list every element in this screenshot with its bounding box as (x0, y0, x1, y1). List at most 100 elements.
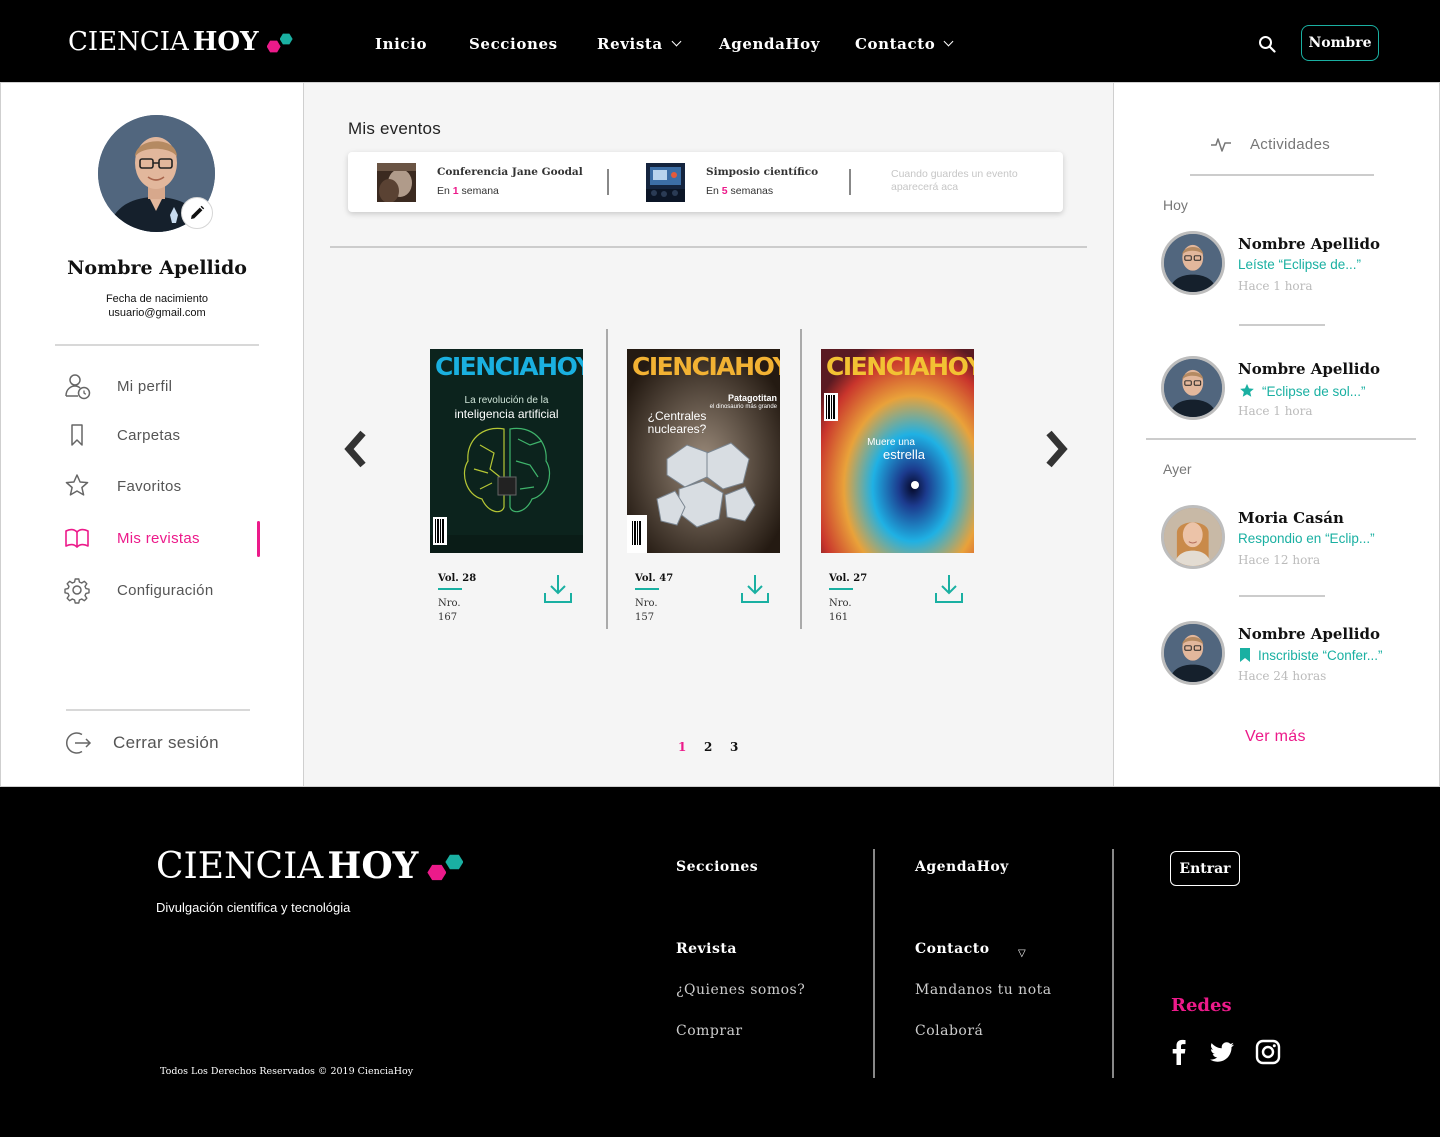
activity-tab[interactable]: Actividades (1210, 135, 1330, 153)
event-title[interactable]: Simposio científico (706, 166, 818, 178)
activity-description[interactable]: “Eclipse de sol...” (1238, 382, 1366, 400)
profile-email: usuario@gmail.com (108, 307, 206, 319)
magazine-number-label: Nro. (829, 598, 852, 609)
magazine-volume: Vol. 47 (635, 573, 674, 584)
activity-item[interactable]: Moria Casán Respondio en “Eclip...” Hace… (1161, 505, 1421, 575)
magazine-logo: CIENCIAHOY (632, 352, 780, 381)
login-button[interactable]: Entrar (1170, 851, 1240, 886)
footer-logo[interactable]: CIENCIA HOY (156, 845, 468, 887)
logout-button[interactable]: Cerrar sesión (65, 729, 219, 757)
menu-item-carpetas[interactable]: Carpetas (63, 420, 273, 450)
activity-description[interactable]: Respondio en “Eclip...” (1238, 531, 1375, 546)
magazine-cover[interactable]: CIENCIAHOY Muere una estrella (821, 349, 974, 553)
menu-item-configuracion[interactable]: Configuración (63, 575, 273, 605)
avatar (1161, 356, 1225, 420)
carousel-prev-button[interactable] (341, 429, 369, 469)
instagram-icon[interactable] (1255, 1039, 1281, 1065)
nav-secciones[interactable]: Secciones (469, 35, 558, 53)
nav-revista[interactable]: Revista (597, 35, 682, 53)
carousel-next-button[interactable] (1043, 429, 1071, 469)
logo-hexagons-icon (426, 849, 468, 883)
menu-item-mi-perfil[interactable]: Mi perfil (63, 371, 273, 401)
nav-contacto[interactable]: Contacto (855, 35, 954, 53)
divider (1239, 324, 1325, 326)
events-card: Conferencia Jane Goodal En 1 semana Simp… (348, 152, 1063, 212)
download-icon[interactable] (934, 573, 964, 605)
activity-user-name: Nombre Apellido (1238, 235, 1381, 253)
user-menu-button[interactable]: Nombre (1301, 25, 1379, 61)
footer-link-revista[interactable]: Revista (676, 941, 737, 957)
menu-item-favoritos[interactable]: Favoritos (63, 471, 273, 501)
barcode (630, 519, 644, 547)
day-label: Ayer (1163, 461, 1192, 477)
activity-item[interactable]: Nombre Apellido Leíste “Eclipse de...” H… (1161, 231, 1421, 301)
edit-avatar-button[interactable] (181, 197, 213, 229)
download-icon[interactable] (543, 573, 573, 605)
underline (829, 588, 853, 590)
nav-label: AgendaHoy (719, 35, 821, 53)
logout-label: Cerrar sesión (113, 733, 219, 752)
divider (873, 849, 875, 1078)
magazine-logo-word: CIENCIA (632, 352, 736, 381)
magazine-logo: CIENCIAHOY (826, 352, 974, 381)
footer-link-contacto[interactable]: Contacto (915, 941, 990, 957)
chevron-down-icon[interactable]: ▽ (1018, 948, 1026, 959)
event-title[interactable]: Conferencia Jane Goodal (437, 166, 583, 178)
tab-underline (1190, 174, 1374, 176)
profile-sidebar: Nombre Apellido Fecha de nacimiento usua… (0, 82, 304, 787)
nav-label: Contacto (855, 35, 936, 53)
download-icon[interactable] (740, 573, 770, 605)
nav-agendahoy[interactable]: AgendaHoy (719, 35, 820, 53)
footer-link-agendahoy[interactable]: AgendaHoy (915, 859, 1009, 875)
menu-item-label: Mi perfil (117, 377, 173, 395)
magazine-number: Nro. 167 (438, 597, 461, 625)
magazine-number: Nro. 157 (635, 597, 658, 625)
barcode (433, 517, 447, 545)
profile-birthdate: Fecha de nacimiento (105, 293, 209, 305)
avatar (1161, 621, 1225, 685)
event-when-count: 5 (721, 185, 728, 197)
event-thumbnail[interactable] (377, 163, 416, 202)
menu-item-label: Favoritos (117, 477, 182, 495)
magazine-cover[interactable]: CIENCIAHOY Patagotitan el dinosaurio más… (627, 349, 780, 553)
magazine-card: CIENCIAHOY Patagotitan el dinosaurio más… (627, 349, 782, 623)
magazine-number-value: 161 (829, 612, 849, 623)
footer-link-comprar[interactable]: Comprar (676, 1023, 743, 1039)
divider (1239, 595, 1325, 597)
brand-logo[interactable]: CIENCIA HOY (68, 26, 295, 58)
logo-word-ciencia: CIENCIA (156, 845, 324, 887)
magazine-card: CIENCIAHOY La revolución de la inteligen… (430, 349, 585, 623)
activity-description[interactable]: Leíste “Eclipse de...” (1238, 257, 1361, 272)
star-icon (63, 472, 91, 500)
footer-link-colabora[interactable]: Colaborá (915, 1023, 983, 1039)
main-content: Mis eventos Conferencia Jane Goodal En 1… (304, 82, 1113, 787)
pagination-page-3[interactable]: 3 (730, 740, 738, 754)
events-title: Mis eventos (348, 119, 441, 138)
pagination-page-1[interactable]: 1 (678, 740, 686, 754)
twitter-icon[interactable] (1209, 1039, 1235, 1065)
day-label: Hoy (1163, 197, 1188, 213)
footer-tagline: Divulgación cientifica y tecnológia (156, 900, 351, 915)
bookmark-icon (1240, 648, 1250, 662)
event-thumbnail[interactable] (646, 163, 685, 202)
activity-item[interactable]: Nombre Apellido Inscribiste “Confer...” … (1161, 621, 1421, 691)
magazine-logo: CIENCIAHOY (435, 352, 583, 381)
event-when-unit: semana (461, 185, 499, 197)
nav-inicio[interactable]: Inicio (375, 35, 427, 53)
footer-link-secciones[interactable]: Secciones (676, 859, 758, 875)
see-more-link[interactable]: Ver más (1245, 728, 1306, 746)
pencil-icon (191, 205, 205, 219)
footer-link-mandanos-nota[interactable]: Mandanos tu nota (915, 982, 1052, 998)
activity-user-name: Moria Casán (1238, 509, 1344, 527)
magazine-cover[interactable]: CIENCIAHOY La revolución de la inteligen… (430, 349, 583, 553)
activity-time: Hace 1 hora (1238, 279, 1313, 293)
footer-link-quienes-somos[interactable]: ¿Quienes somos? (676, 982, 805, 998)
menu-item-mis-revistas[interactable]: Mis revistas (63, 523, 273, 553)
divider (606, 329, 608, 629)
activity-item[interactable]: Nombre Apellido “Eclipse de sol...” Hace… (1161, 356, 1421, 426)
pagination-page-2[interactable]: 2 (704, 740, 712, 754)
facebook-icon[interactable] (1166, 1039, 1192, 1065)
activity-time: Hace 12 hora (1238, 553, 1321, 567)
search-icon[interactable] (1258, 35, 1276, 53)
activity-description[interactable]: Inscribiste “Confer...” (1238, 647, 1383, 663)
